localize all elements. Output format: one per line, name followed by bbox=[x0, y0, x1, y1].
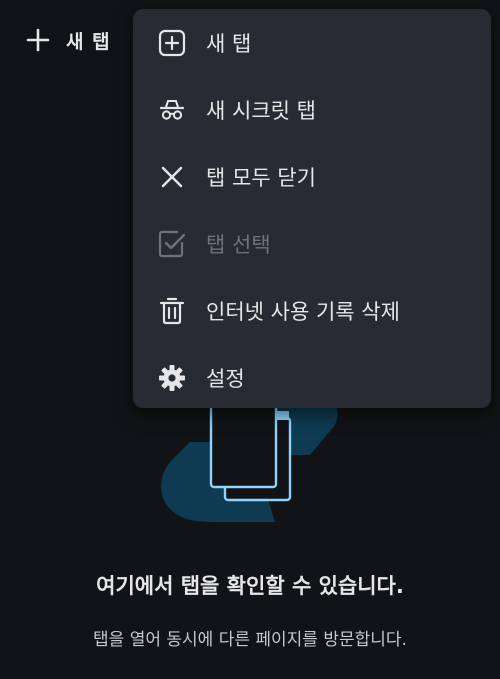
add-box-icon bbox=[157, 28, 187, 58]
menu-item-label: 탭 모두 닫기 bbox=[206, 165, 316, 190]
empty-state-subtitle: 탭을 열어 동시에 다른 페이지를 방문합니다. bbox=[93, 630, 407, 650]
menu-item-clear-browsing-data[interactable]: 인터넷 사용 기록 삭제 bbox=[133, 277, 491, 344]
incognito-icon bbox=[157, 95, 187, 125]
gear-icon bbox=[157, 363, 187, 393]
menu-item-close-all-tabs[interactable]: 탭 모두 닫기 bbox=[133, 143, 491, 210]
close-icon bbox=[157, 162, 187, 192]
plus-icon bbox=[20, 24, 56, 56]
overflow-menu: 새 탭 새 시크릿 탭 탭 모두 닫기 탭 선택 인터넷 사용 기록 삭제 설정 bbox=[133, 9, 491, 408]
menu-item-label: 인터넷 사용 기록 삭제 bbox=[206, 299, 400, 324]
menu-item-new-incognito-tab[interactable]: 새 시크릿 탭 bbox=[133, 76, 491, 143]
menu-item-label: 탭 선택 bbox=[206, 232, 271, 257]
new-tab-label: 새 탭 bbox=[66, 30, 111, 53]
menu-item-new-tab[interactable]: 새 탭 bbox=[133, 9, 491, 76]
menu-item-label: 설정 bbox=[206, 366, 245, 391]
menu-item-label: 새 시크릿 탭 bbox=[206, 98, 316, 123]
empty-state-title: 여기에서 탭을 확인할 수 있습니다. bbox=[96, 574, 404, 598]
menu-item-select-tabs: 탭 선택 bbox=[133, 210, 491, 277]
new-tab-button[interactable]: 새 탭 bbox=[20, 24, 111, 56]
menu-item-settings[interactable]: 설정 bbox=[133, 344, 491, 411]
checkbox-icon bbox=[157, 229, 187, 259]
trash-icon bbox=[157, 296, 187, 326]
menu-item-label: 새 탭 bbox=[206, 31, 252, 56]
